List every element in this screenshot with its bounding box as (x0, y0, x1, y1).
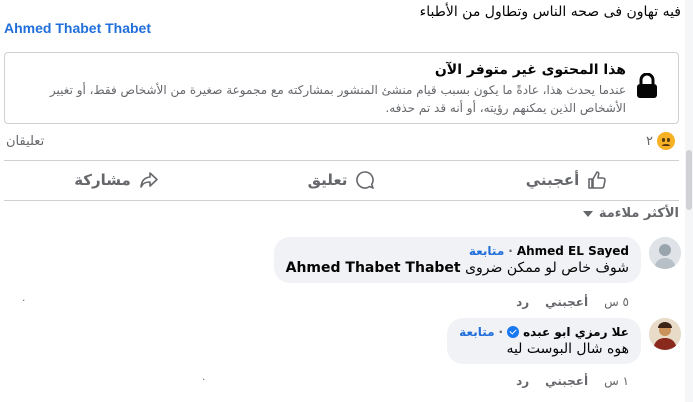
comment-meta: ٥ س أعجبني رد (516, 295, 629, 309)
comment-text: شوف خاص لو ممكن ضروى Ahmed Thabet Thabet (286, 260, 629, 276)
reactions-summary[interactable]: ٢ (646, 132, 675, 150)
unavailable-title: هذا المحتوى غير متوفر الآن (434, 62, 626, 78)
share-button[interactable]: مشاركة (4, 162, 229, 198)
comment-item: علا رمزي ابو عبده · متابعة هوه شال البوس… (21, 318, 681, 388)
comments-sort-dropdown[interactable]: الأكثر ملاءمة (582, 206, 679, 221)
avatar[interactable] (649, 318, 681, 350)
comment-like-button[interactable]: أعجبني (545, 295, 588, 309)
comment-bullet: ٠ (21, 295, 27, 306)
comment-bubble: علا رمزي ابو عبده · متابعة هوه شال البوس… (447, 318, 641, 364)
verified-badge-icon (507, 326, 520, 338)
divider (4, 200, 679, 201)
comment-time[interactable]: ٥ س (604, 295, 629, 309)
share-label: مشاركة (74, 171, 131, 189)
comment-reply-button[interactable]: رد (516, 374, 529, 388)
comment-meta: ١ س أعجبني رد (516, 374, 629, 388)
comment-bubble-icon (356, 171, 375, 189)
comment-time[interactable]: ١ س (604, 374, 629, 388)
post-actions: أعجبني تعليق مشاركة (4, 162, 679, 198)
comment-button[interactable]: تعليق (229, 162, 454, 198)
avatar-image (649, 237, 681, 269)
comment-bubble: Ahmed EL Sayed · متابعة شوف خاص لو ممكن … (273, 237, 641, 283)
comment-bullet: ٠ (201, 374, 207, 385)
comment-author[interactable]: Ahmed EL Sayed (517, 244, 629, 258)
avatar-image (649, 318, 681, 350)
sad-emoji-icon (657, 132, 675, 150)
scrollbar-thumb[interactable] (686, 150, 692, 210)
comment-item: Ahmed EL Sayed · متابعة شوف خاص لو ممكن … (21, 237, 681, 309)
comment-like-button[interactable]: أعجبني (545, 374, 588, 388)
tagged-profile-link[interactable]: Ahmed Thabet Thabet (4, 20, 151, 36)
share-arrow-icon (140, 172, 158, 188)
follow-button[interactable]: متابعة (459, 325, 494, 339)
avatar[interactable] (649, 237, 681, 269)
comments-count[interactable]: تعليقان (6, 134, 44, 149)
scrollbar[interactable] (685, 0, 693, 402)
content-unavailable-card: هذا المحتوى غير متوفر الآن عندما يحدث هذ… (4, 52, 679, 124)
reactions-count: ٢ (646, 133, 653, 149)
comment-author[interactable]: علا رمزي ابو عبده (523, 325, 629, 339)
like-label: أعجبني (525, 171, 580, 189)
unavailable-description: عندما يحدث هذا، عادةً ما يكون بسبب قيام … (49, 83, 626, 115)
tagged-profile-link[interactable]: Ahmed Thabet Thabet (286, 260, 461, 276)
divider (4, 160, 679, 161)
lock-icon (637, 73, 657, 98)
sort-label: الأكثر ملاءمة (598, 206, 679, 221)
comment-label: تعليق (307, 171, 348, 189)
comment-text-content: شوف خاص لو ممكن ضروى (465, 260, 629, 276)
follow-button[interactable]: متابعة (469, 244, 504, 258)
post-text: فيه تهاون فى صحه الناس وتطاول من الأطباء (419, 4, 681, 20)
reactions-bar: تعليقان ٢ (4, 128, 679, 156)
caret-down-icon (582, 210, 593, 217)
like-button[interactable]: أعجبني (454, 162, 679, 198)
comment-reply-button[interactable]: رد (516, 295, 529, 309)
comment-text: هوه شال البوست ليه (506, 341, 629, 357)
thumbs-up-icon (588, 171, 607, 189)
